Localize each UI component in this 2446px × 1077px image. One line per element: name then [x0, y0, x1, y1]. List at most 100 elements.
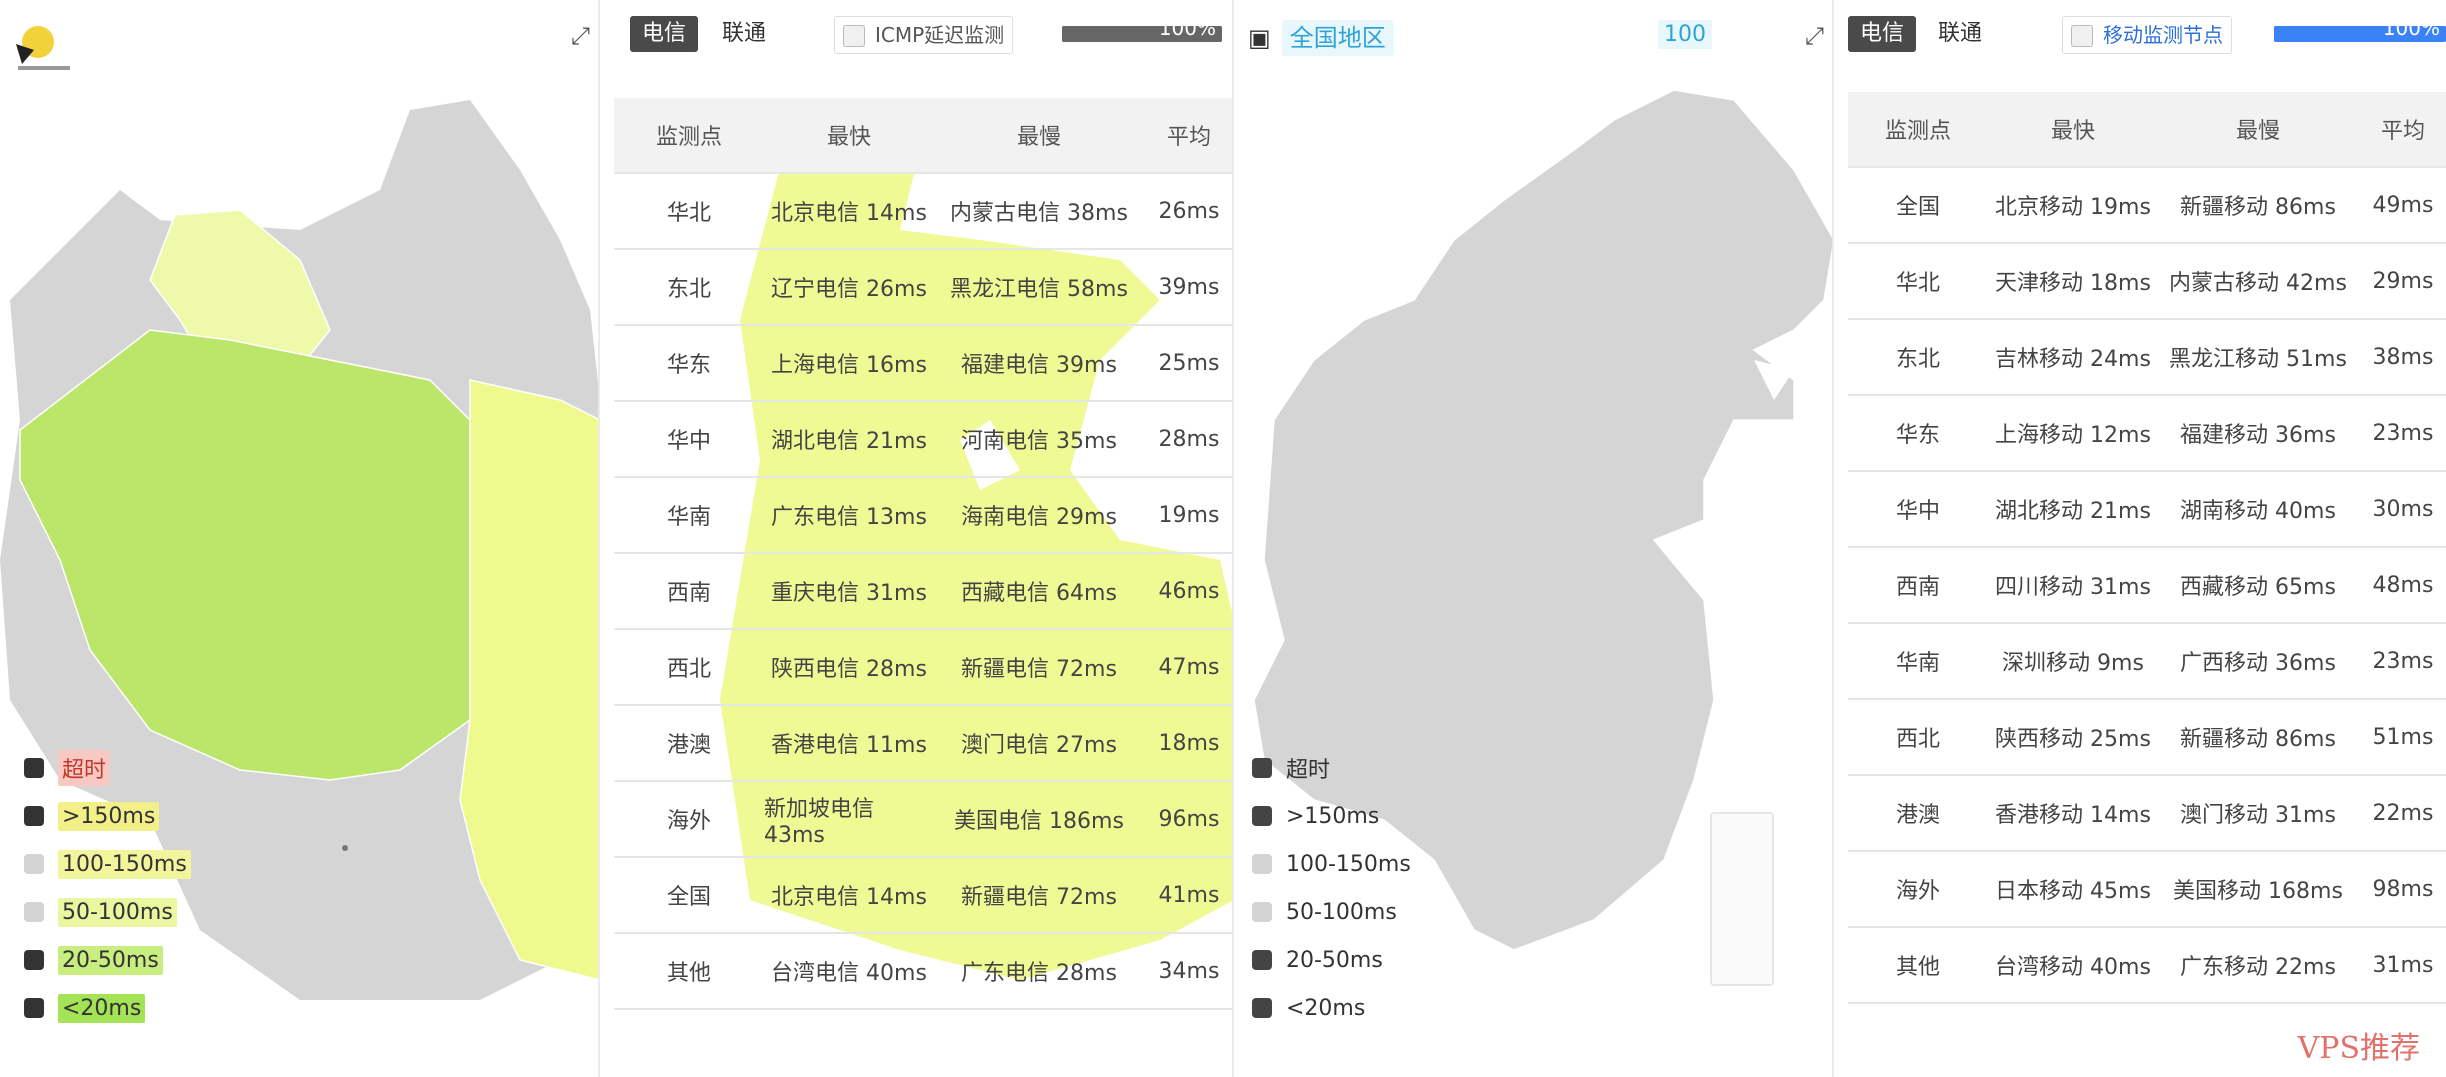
table-cell: 48ms — [2372, 572, 2434, 598]
map-zoom-scale[interactable] — [1710, 812, 1774, 986]
monitor-type-select[interactable]: ICMP延迟监测 — [834, 16, 1014, 54]
table-cell: 华南 — [666, 505, 711, 530]
table-cell: 30ms — [2372, 496, 2434, 522]
legend-item-timeout[interactable]: 超时 — [1252, 744, 1411, 792]
legend-item-over-150[interactable]: >150ms — [24, 792, 191, 840]
legend-item-50-100[interactable]: 50-100ms — [1252, 888, 1411, 936]
table-cell: 西北 — [666, 657, 711, 682]
select-checkbox[interactable] — [2071, 25, 2093, 47]
table-cell: 26ms — [1158, 198, 1220, 224]
table-row: 华南 深圳移动 9ms 广西移动 36ms 23ms — [1848, 624, 2446, 700]
table-row: 华北 天津移动 18ms 内蒙古移动 42ms 29ms — [1848, 244, 2446, 320]
table-cell: 西南 — [1895, 575, 1940, 600]
table-cell: 四川移动 31ms — [1995, 575, 2151, 600]
table-row: 华南 广东电信 13ms 海南电信 29ms 19ms — [614, 478, 1234, 554]
table-cell: 北京电信 14ms — [771, 201, 927, 226]
tab-unicom[interactable]: 联通 — [710, 16, 778, 52]
table-row: 华北 北京电信 14ms 内蒙古电信 38ms 26ms — [614, 174, 1234, 250]
monitor-type-select[interactable]: 移动监测节点 — [2062, 16, 2232, 54]
table-row: 西南 四川移动 31ms 西藏移动 65ms 48ms — [1848, 548, 2446, 624]
progress-bar: 100% — [1062, 16, 1222, 42]
table-cell: 陕西移动 25ms — [1995, 727, 2151, 752]
table-row: 华东 上海移动 12ms 福建移动 36ms 23ms — [1848, 396, 2446, 472]
table-cell: 39ms — [1158, 274, 1220, 300]
results-table: 监测点 最快 最慢 平均 华北 北京电信 14ms 内蒙古电信 38ms 26ms 东北… — [614, 98, 1234, 1010]
table-cell: 北京电信 14ms — [771, 885, 927, 910]
legend-item-100-150[interactable]: 100-150ms — [1252, 840, 1411, 888]
table-cell: 18ms — [1158, 730, 1220, 756]
table-row: 海外 新加坡电信 43ms 美国电信 186ms 96ms — [614, 782, 1234, 858]
table-cell: 美国电信 186ms — [954, 809, 1124, 834]
table-cell: 51ms — [2372, 724, 2434, 750]
legend-item-timeout[interactable]: 超时 — [24, 744, 191, 792]
legend-item-100-150[interactable]: 100-150ms — [24, 840, 191, 888]
table-cell: 41ms — [1158, 882, 1220, 908]
table-row: 西北 陕西电信 28ms 新疆电信 72ms 47ms — [614, 630, 1234, 706]
tab-telecom[interactable]: 电信 — [1848, 16, 1917, 52]
table-row: 东北 辽宁电信 26ms 黑龙江电信 58ms 39ms — [614, 250, 1234, 326]
table-cell: 港澳 — [666, 733, 711, 758]
table-cell: 23ms — [2372, 648, 2434, 674]
table-cell: 深圳移动 9ms — [2002, 651, 2144, 676]
progress-bar: 100% — [2274, 16, 2446, 42]
table-row: 全国 北京移动 19ms 新疆移动 86ms 49ms — [1848, 168, 2446, 244]
table-cell: 海外 — [666, 809, 711, 834]
table-cell: 49ms — [2372, 192, 2434, 218]
table-cell: 吉林移动 24ms — [1995, 347, 2151, 372]
table-row: 海外 日本移动 45ms 美国移动 168ms 98ms — [1848, 852, 2446, 928]
telecom-results-panel: 电信 联通 ICMP延迟监测 100% 监测点 最快 最慢 平均 华北 北京电信 … — [600, 0, 1234, 1077]
table-cell: 天津移动 18ms — [1995, 271, 2151, 296]
table-cell: 澳门电信 27ms — [961, 733, 1117, 758]
tab-unicom[interactable]: 联通 — [1926, 16, 1994, 52]
table-cell: 黑龙江移动 51ms — [2169, 347, 2347, 372]
legend-item-over-150[interactable]: >150ms — [1252, 792, 1411, 840]
legend-item-20-50[interactable]: 20-50ms — [24, 936, 191, 984]
legend-item-50-100[interactable]: 50-100ms — [24, 888, 191, 936]
table-cell: 陕西电信 28ms — [771, 657, 927, 682]
table-cell: 湖北电信 21ms — [771, 429, 927, 454]
table-cell: 上海电信 16ms — [771, 353, 927, 378]
table-row: 华中 湖北电信 21ms 河南电信 35ms 28ms — [614, 402, 1234, 478]
legend-item-20-50[interactable]: 20-50ms — [1252, 936, 1411, 984]
table-cell: 东北 — [666, 277, 711, 302]
table-cell: 华北 — [666, 201, 711, 226]
table-cell: 东北 — [1895, 347, 1940, 372]
tab-telecom[interactable]: 电信 — [630, 16, 699, 52]
legend-item-under-20[interactable]: <20ms — [1252, 984, 1411, 1032]
table-cell: 广东电信 28ms — [961, 961, 1117, 986]
table-cell: 新疆电信 72ms — [961, 657, 1117, 682]
table-cell: 西南 — [666, 581, 711, 606]
table-row: 全国 北京电信 14ms 新疆电信 72ms 41ms — [614, 858, 1234, 934]
table-cell: 澳门移动 31ms — [2180, 803, 2336, 828]
table-cell: 西藏移动 65ms — [2180, 575, 2336, 600]
table-cell: 华东 — [666, 353, 711, 378]
table-cell: 香港电信 11ms — [771, 733, 927, 758]
table-row: 西北 陕西移动 25ms 新疆移动 86ms 51ms — [1848, 700, 2446, 776]
table-row: 港澳 香港移动 14ms 澳门移动 31ms 22ms — [1848, 776, 2446, 852]
table-cell: 湖南移动 40ms — [2180, 499, 2336, 524]
results-table: 监测点 最快 最慢 平均 全国 北京移动 19ms 新疆移动 86ms 49ms 华北 天… — [1848, 92, 2446, 1004]
table-cell: 西北 — [1895, 727, 1940, 752]
table-cell: 台湾电信 40ms — [771, 961, 927, 986]
table-cell: 福建移动 36ms — [2180, 423, 2336, 448]
table-cell: 广东移动 22ms — [2180, 955, 2336, 980]
table-cell: 华南 — [1895, 651, 1940, 676]
table-cell: 美国移动 168ms — [2173, 879, 2343, 904]
table-cell: 新疆电信 72ms — [961, 885, 1117, 910]
table-cell: 河南电信 35ms — [961, 429, 1117, 454]
table-cell: 黑龙江电信 58ms — [950, 277, 1128, 302]
select-checkbox[interactable] — [843, 25, 865, 47]
legend-item-under-20[interactable]: <20ms — [24, 984, 191, 1032]
table-cell: 华东 — [1895, 423, 1940, 448]
table-cell: 34ms — [1158, 958, 1220, 984]
table-cell: 广西移动 36ms — [2180, 651, 2336, 676]
table-cell: 22ms — [2372, 800, 2434, 826]
table-cell: 新加坡电信 43ms — [764, 796, 875, 848]
table-cell: 其他 — [1895, 955, 1940, 980]
table-row: 西南 重庆电信 31ms 西藏电信 64ms 46ms — [614, 554, 1234, 630]
table-cell: 港澳 — [1895, 803, 1940, 828]
table-cell: 湖北移动 21ms — [1995, 499, 2151, 524]
table-cell: 全国 — [666, 885, 711, 910]
table-cell: 西藏电信 64ms — [961, 581, 1117, 606]
table-cell: 98ms — [2372, 876, 2434, 902]
